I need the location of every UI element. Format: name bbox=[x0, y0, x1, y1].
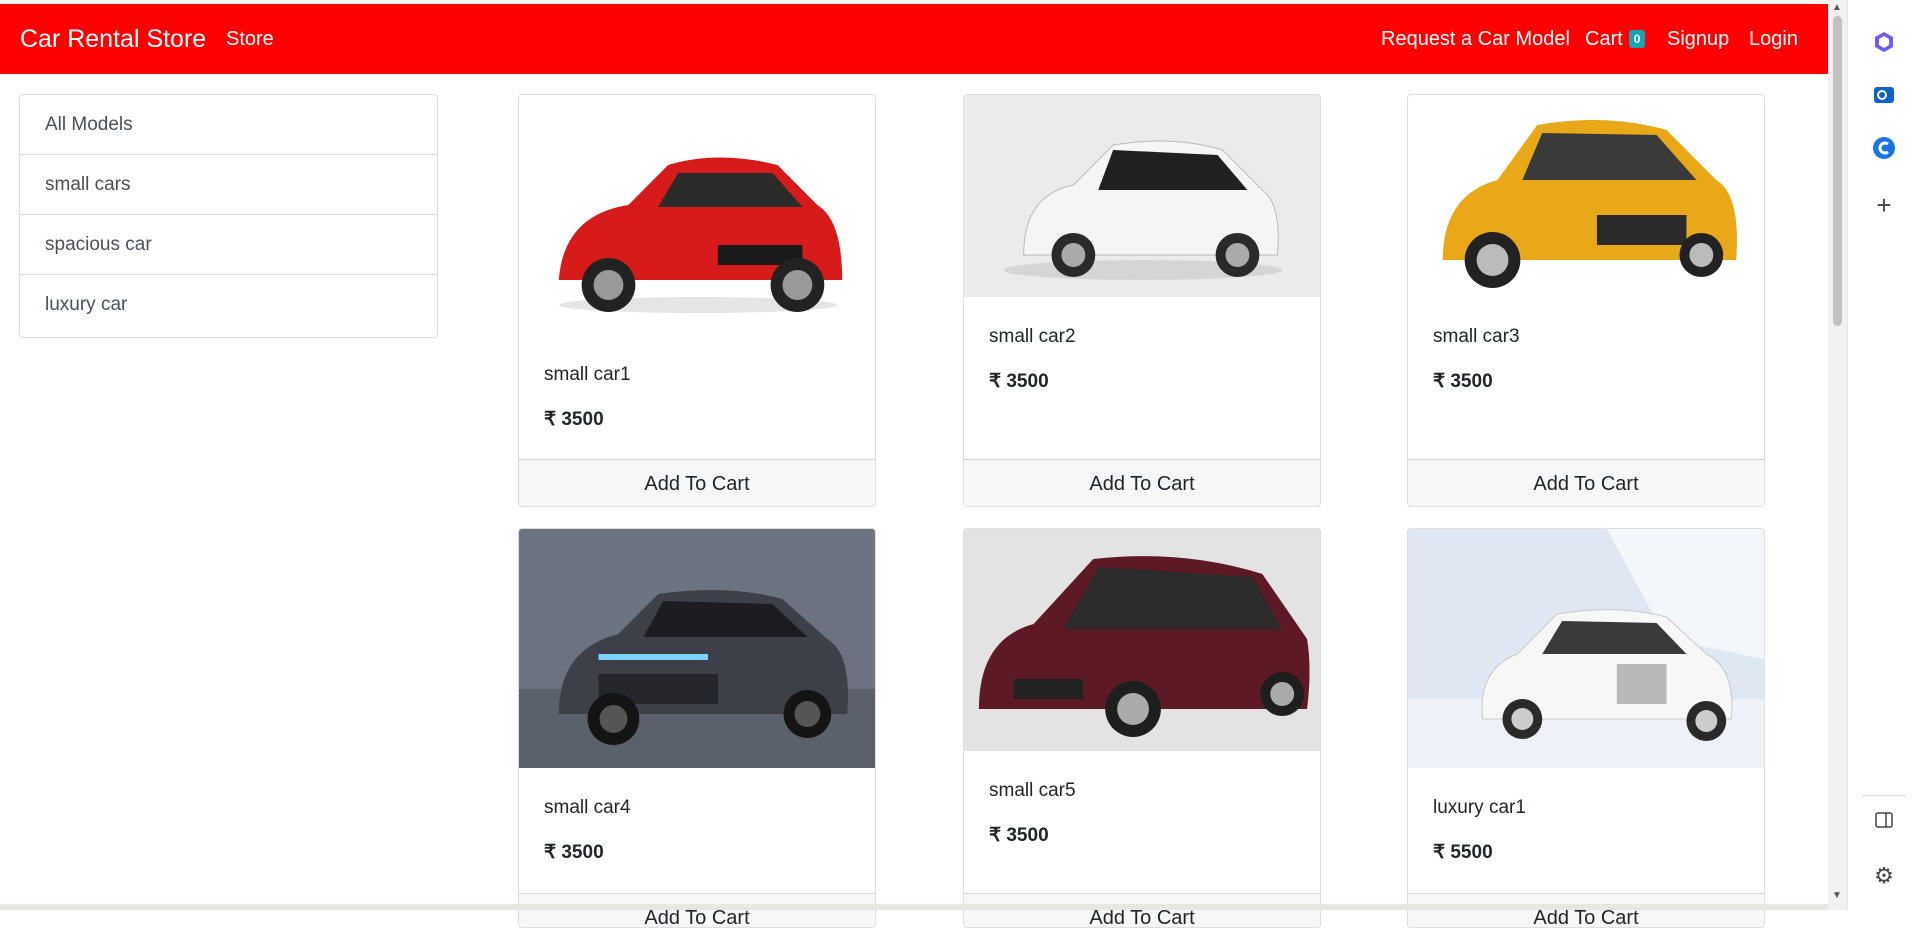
product-card: luxury car1 ₹ 5500 Add To Cart bbox=[1407, 528, 1765, 928]
category-luxury-car[interactable]: luxury car bbox=[20, 275, 437, 335]
add-to-cart-button[interactable]: Add To Cart bbox=[964, 893, 1320, 927]
panel-divider bbox=[1862, 795, 1906, 796]
product-card: small car3 ₹ 3500 Add To Cart bbox=[1407, 94, 1765, 507]
product-card: small car5 ₹ 3500 Add To Cart bbox=[963, 528, 1321, 928]
copilot-icon[interactable] bbox=[1870, 30, 1898, 58]
scroll-up-arrow-icon[interactable]: ▲ bbox=[1832, 2, 1842, 13]
cart-count-badge: 0 bbox=[1628, 30, 1646, 48]
product-price: ₹ 3500 bbox=[544, 409, 604, 430]
taskbar-strip bbox=[0, 904, 1828, 910]
product-name: small car4 bbox=[544, 797, 631, 818]
navbar: Car Rental Store Store Request a Car Mod… bbox=[0, 4, 1828, 74]
product-price: ₹ 5500 bbox=[1433, 842, 1493, 863]
add-to-cart-button[interactable]: Add To Cart bbox=[1408, 459, 1764, 506]
category-list: All Models small cars spacious car luxur… bbox=[19, 94, 438, 338]
add-to-cart-button[interactable]: Add To Cart bbox=[964, 459, 1320, 506]
category-small-cars[interactable]: small cars bbox=[20, 155, 437, 215]
product-price: ₹ 3500 bbox=[989, 825, 1049, 846]
product-card: small car4 ₹ 3500 Add To Cart bbox=[518, 528, 876, 928]
page-scrollbar[interactable]: ▲ ▼ bbox=[1828, 0, 1847, 910]
category-spacious-car[interactable]: spacious car bbox=[20, 215, 437, 275]
add-to-cart-button[interactable]: Add To Cart bbox=[1408, 893, 1764, 927]
product-card: small car2 ₹ 3500 Add To Cart bbox=[963, 94, 1321, 507]
product-name: small car1 bbox=[544, 364, 631, 385]
nav-request-car-link[interactable]: Request a Car Model bbox=[1381, 4, 1570, 74]
product-name: small car3 bbox=[1433, 326, 1520, 347]
product-price: ₹ 3500 bbox=[1433, 371, 1493, 392]
yellow-hatchback-image[interactable] bbox=[1408, 95, 1764, 297]
settings-icon[interactable]: ⚙ bbox=[1870, 862, 1898, 890]
product-name: luxury car1 bbox=[1433, 797, 1526, 818]
category-all-models[interactable]: All Models bbox=[20, 95, 437, 155]
scroll-down-arrow-icon[interactable]: ▼ bbox=[1832, 890, 1842, 901]
nav-login-link[interactable]: Login bbox=[1749, 4, 1798, 74]
c-app-icon[interactable] bbox=[1870, 136, 1898, 164]
product-name: small car2 bbox=[989, 326, 1076, 347]
white-luxury-sedan-image[interactable] bbox=[1408, 529, 1764, 768]
product-price: ₹ 3500 bbox=[989, 371, 1049, 392]
grey-hatchback-image[interactable] bbox=[519, 529, 875, 768]
white-hatchback-image[interactable] bbox=[964, 95, 1320, 297]
sidebar-toggle-icon[interactable] bbox=[1870, 810, 1898, 838]
brand-link[interactable]: Car Rental Store bbox=[20, 4, 206, 74]
product-card: small car1 ₹ 3500 Add To Cart bbox=[518, 94, 876, 507]
browser-side-panel: + ⚙ bbox=[1847, 0, 1920, 910]
scroll-thumb[interactable] bbox=[1833, 16, 1842, 326]
maroon-hatchback-image[interactable] bbox=[964, 529, 1320, 751]
cart-label: Cart bbox=[1585, 28, 1623, 50]
nav-cart-link[interactable]: Cart 0 bbox=[1585, 4, 1646, 74]
nav-signup-link[interactable]: Signup bbox=[1667, 4, 1729, 74]
nav-store-link[interactable]: Store bbox=[226, 4, 274, 74]
add-to-cart-button[interactable]: Add To Cart bbox=[519, 459, 875, 506]
plus-icon[interactable]: + bbox=[1870, 191, 1898, 219]
outlook-icon[interactable] bbox=[1870, 83, 1898, 111]
red-hatchback-image[interactable] bbox=[519, 95, 875, 335]
product-price: ₹ 3500 bbox=[544, 842, 604, 863]
product-name: small car5 bbox=[989, 780, 1076, 801]
add-to-cart-button[interactable]: Add To Cart bbox=[519, 893, 875, 927]
